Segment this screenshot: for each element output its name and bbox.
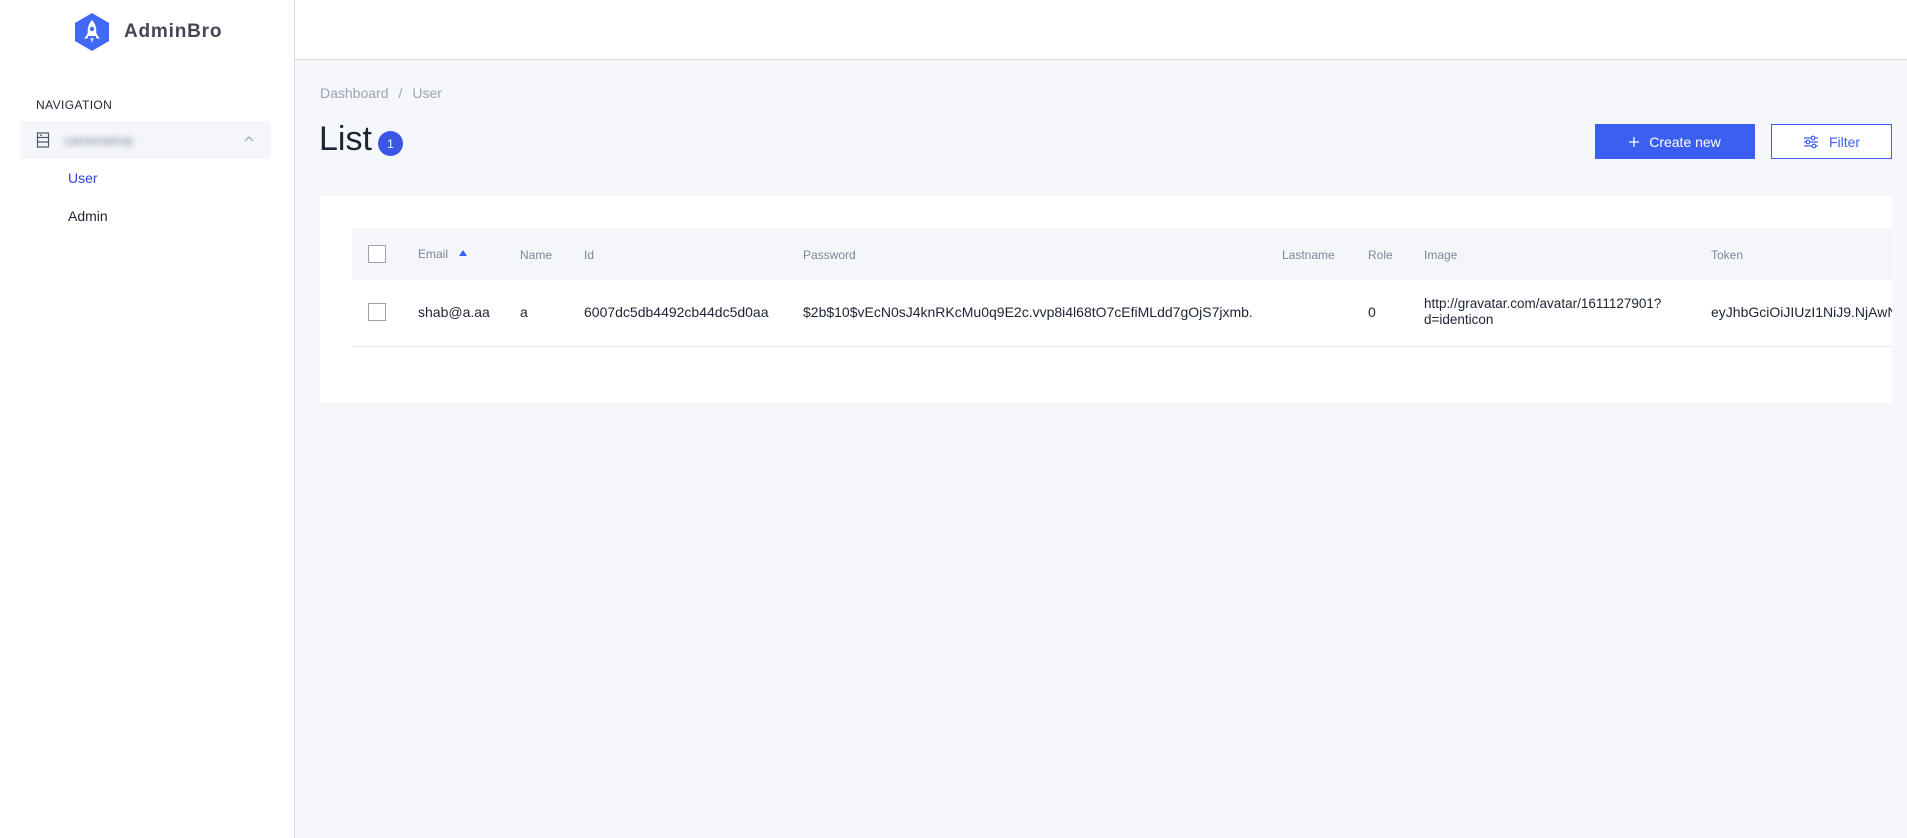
cell-image-line-1: http://gravatar.com/avatar/1611127901? <box>1424 296 1662 311</box>
database-icon <box>36 132 50 148</box>
column-name[interactable]: Name <box>520 248 552 262</box>
sort-ascending-icon[interactable] <box>458 249 468 257</box>
breadcrumb-dashboard-link[interactable]: Dashboard <box>320 85 389 101</box>
nav-group-label: cameradrop <box>64 132 134 148</box>
table-header: Email Name Id Password Lastname Role Ima… <box>352 228 1892 280</box>
column-password[interactable]: Password <box>803 248 856 262</box>
brand-name: AdminBro <box>124 21 223 42</box>
nav-group-resource[interactable]: cameradrop <box>20 121 271 159</box>
sidebar-item-admin[interactable]: Admin <box>68 208 108 224</box>
breadcrumb-separator: / <box>398 85 403 101</box>
cell-email: shab@a.aa <box>418 304 490 320</box>
records-table-card: Email Name Id Password Lastname Role Ima… <box>320 196 1892 403</box>
app: AdminBro NAVIGATION cameradrop User Admi… <box>0 0 1907 838</box>
navigation-heading: NAVIGATION <box>36 98 113 112</box>
filter-label: Filter <box>1828 133 1861 150</box>
breadcrumb: Dashboard / User <box>320 85 442 101</box>
column-role[interactable]: Role <box>1368 248 1393 262</box>
row-select-checkbox[interactable] <box>368 303 386 321</box>
column-lastname[interactable]: Lastname <box>1282 248 1335 262</box>
brand-logo[interactable]: AdminBro <box>72 12 222 52</box>
filter-button[interactable]: Filter <box>1771 124 1892 159</box>
table-row[interactable]: shab@a.aa a 6007dc5db4492cb44dc5d0aa $2b… <box>352 280 1892 347</box>
column-email[interactable]: Email <box>418 247 448 261</box>
sidebar-item-user[interactable]: User <box>68 170 98 186</box>
breadcrumb-user-link[interactable]: User <box>412 85 442 101</box>
column-token[interactable]: Token <box>1711 248 1743 262</box>
chevron-up-icon[interactable] <box>243 133 255 145</box>
cell-image: http://gravatar.com/avatar/1611127901? d… <box>1424 296 1661 328</box>
cell-password: $2b$10$vEcN0sJ4knRKcMu0q9E2c.vvp8i4l68tO… <box>803 304 1253 320</box>
plus-icon <box>1629 136 1640 147</box>
cell-image-line-2: d=identicon <box>1424 312 1494 327</box>
record-count-badge: 1 <box>378 131 403 156</box>
cell-token: eyJhbGciOiJIUzI1NiJ9.NjAwN2I <box>1711 304 1892 320</box>
column-image[interactable]: Image <box>1424 248 1457 262</box>
create-new-label: Create new <box>1649 133 1721 150</box>
cell-id: 6007dc5db4492cb44dc5d0aa <box>584 304 769 320</box>
page-title: List <box>319 120 372 158</box>
create-new-button[interactable]: Create new <box>1595 124 1755 159</box>
column-id[interactable]: Id <box>584 248 594 262</box>
cell-role: 0 <box>1368 304 1376 320</box>
top-bar <box>295 0 1907 60</box>
select-all-checkbox[interactable] <box>368 245 386 263</box>
cell-name: a <box>520 304 528 320</box>
rocket-logo-icon <box>75 13 109 51</box>
sliders-icon <box>1803 135 1818 148</box>
sidebar: AdminBro NAVIGATION cameradrop User Admi… <box>0 0 295 838</box>
